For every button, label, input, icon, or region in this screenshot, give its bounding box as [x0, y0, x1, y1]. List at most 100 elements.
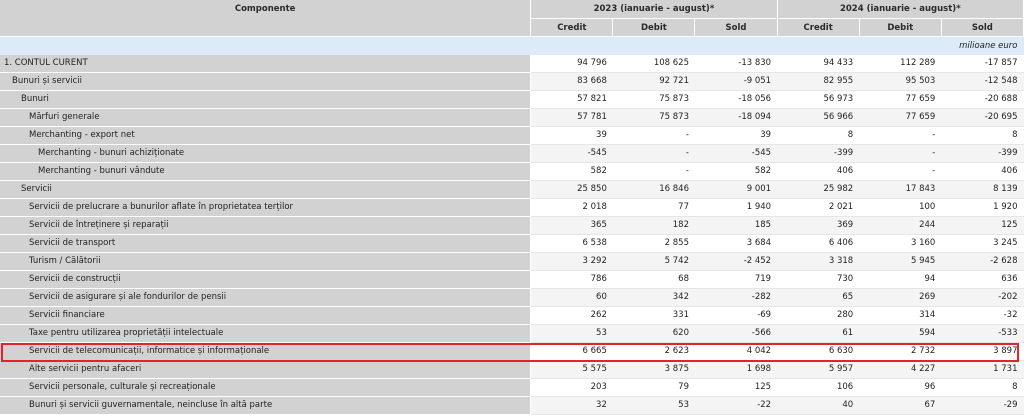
- row-label: Servicii de întreținere și reparații: [0, 216, 532, 235]
- cell-value: 56 966: [777, 108, 860, 127]
- table-row: Bunuri 57 821 75 873 -18 056 56 973 77 659 -20…: [0, 90, 1024, 109]
- row-label: Merchanting - bunuri achiziționate: [0, 144, 532, 163]
- table-row: Servicii de construcții 786 68 719 730 94 636: [0, 270, 1024, 289]
- cell-value: 636: [941, 270, 1024, 289]
- cell-value: 8 139: [941, 180, 1024, 199]
- table-row: Mărfuri generale 57 781 75 873 -18 094 56 96…: [0, 108, 1024, 127]
- cell-value: 25 850: [530, 180, 613, 199]
- cell-value: -: [612, 162, 695, 181]
- cell-value: 92 721: [612, 72, 695, 91]
- cell-value: 1 698: [694, 360, 778, 379]
- cell-value: 1 940: [694, 198, 778, 217]
- cell-value: 3 318: [777, 252, 860, 271]
- cell-value: -399: [941, 144, 1024, 163]
- column-header-period-2024: 2024 (ianuarie - august)*: [777, 0, 1024, 19]
- column-header-period-2023: 2023 (ianuarie - august)*: [530, 0, 778, 19]
- row-label: Turism / Călătorii: [0, 252, 532, 271]
- cell-value: 61: [777, 324, 860, 343]
- table-row: Servicii de întreținere și reparații 365 1…: [0, 216, 1024, 235]
- balance-of-payments-table: Componente 2023 (ianuarie - august)* 202…: [0, 0, 1024, 415]
- cell-value: 67: [859, 396, 942, 415]
- row-label: Servicii de construcții: [0, 270, 532, 289]
- table-row: Servicii 25 850 16 846 9 001 25 982 17 843 8 1…: [0, 180, 1024, 199]
- cell-value: 9 001: [694, 180, 778, 199]
- cell-value: 4 042: [694, 342, 778, 361]
- cell-value: 203: [530, 378, 613, 397]
- cell-value: 68: [612, 270, 695, 289]
- cell-value: 94 433: [777, 54, 860, 73]
- cell-value: 82 955: [777, 72, 860, 91]
- cell-value: -: [859, 144, 942, 163]
- cell-value: -282: [694, 288, 778, 307]
- cell-value: -29: [941, 396, 1024, 415]
- cell-value: 3 684: [694, 234, 778, 253]
- cell-value: 5 957: [777, 360, 860, 379]
- cell-value: -20 695: [941, 108, 1024, 127]
- cell-value: 112 289: [859, 54, 942, 73]
- table-row: Servicii personale, culturale și recreaț…: [0, 378, 1024, 397]
- cell-value: 2 018: [530, 198, 613, 217]
- cell-value: 77 659: [859, 108, 942, 127]
- cell-value: 369: [777, 216, 860, 235]
- cell-value: 8: [941, 378, 1024, 397]
- unit-label: milioane euro: [0, 36, 1024, 55]
- column-header-componente: Componente: [0, 0, 532, 37]
- cell-value: 280: [777, 306, 860, 325]
- cell-value: 594: [859, 324, 942, 343]
- cell-value: 39: [694, 126, 778, 145]
- row-label: Alte servicii pentru afaceri: [0, 360, 532, 379]
- cell-value: -18 056: [694, 90, 778, 109]
- cell-value: -566: [694, 324, 778, 343]
- cell-value: 2 623: [612, 342, 695, 361]
- column-header-sold-2023: Sold: [694, 18, 778, 36]
- cell-value: 53: [530, 324, 613, 343]
- cell-value: 730: [777, 270, 860, 289]
- cell-value: 185: [694, 216, 778, 235]
- cell-value: -: [859, 162, 942, 181]
- table-row: Bunuri și servicii 83 668 92 721 -9 051 82 9…: [0, 72, 1024, 91]
- cell-value: 83 668: [530, 72, 613, 91]
- cell-value: 75 873: [612, 108, 695, 127]
- cell-value: 262: [530, 306, 613, 325]
- table-row: Turism / Călătorii 3 292 5 742 -2 452 3 318 5…: [0, 252, 1024, 271]
- cell-value: -: [612, 126, 695, 145]
- cell-value: -17 857: [941, 54, 1024, 73]
- table-row: 1. CONTUL CURENT 94 796 108 625 -13 830 94 4…: [0, 54, 1024, 73]
- table-row: Bunuri și servicii guvernamentale, neinc…: [0, 396, 1024, 415]
- table-row: Servicii de telecomunicații, informatice…: [0, 342, 1024, 361]
- cell-value: -9 051: [694, 72, 778, 91]
- cell-value: 17 843: [859, 180, 942, 199]
- cell-value: 3 292: [530, 252, 613, 271]
- cell-value: 182: [612, 216, 695, 235]
- cell-value: 620: [612, 324, 695, 343]
- cell-value: -202: [941, 288, 1024, 307]
- table-row: Servicii de asigurare și ale fondurilor …: [0, 288, 1024, 307]
- cell-value: 75 873: [612, 90, 695, 109]
- cell-value: -13 830: [694, 54, 778, 73]
- cell-value: -22: [694, 396, 778, 415]
- cell-value: 331: [612, 306, 695, 325]
- cell-value: 2 855: [612, 234, 695, 253]
- table-row: Servicii de prelucrare a bunurilor aflat…: [0, 198, 1024, 217]
- cell-value: 4 227: [859, 360, 942, 379]
- cell-value: 5 945: [859, 252, 942, 271]
- cell-value: 582: [530, 162, 613, 181]
- cell-value: 125: [694, 378, 778, 397]
- row-label: Merchanting - bunuri vândute: [0, 162, 532, 181]
- cell-value: 16 846: [612, 180, 695, 199]
- row-label: Taxe pentru utilizarea proprietății inte…: [0, 324, 532, 343]
- table-row: Alte servicii pentru afaceri 5 575 3 875 1 …: [0, 360, 1024, 379]
- row-label: Servicii: [0, 180, 532, 199]
- cell-value: 1 731: [941, 360, 1024, 379]
- cell-value: 3 875: [612, 360, 695, 379]
- cell-value: 40: [777, 396, 860, 415]
- header-row-periods: Componente 2023 (ianuarie - august)* 202…: [0, 0, 1024, 37]
- cell-value: 56 973: [777, 90, 860, 109]
- cell-value: 406: [941, 162, 1024, 181]
- table-row: Merchanting - bunuri achiziționate -545- -…: [0, 144, 1024, 163]
- cell-value: 2 732: [859, 342, 942, 361]
- cell-value: 95 503: [859, 72, 942, 91]
- cell-value: 3 245: [941, 234, 1024, 253]
- cell-value: 94: [859, 270, 942, 289]
- cell-value: 269: [859, 288, 942, 307]
